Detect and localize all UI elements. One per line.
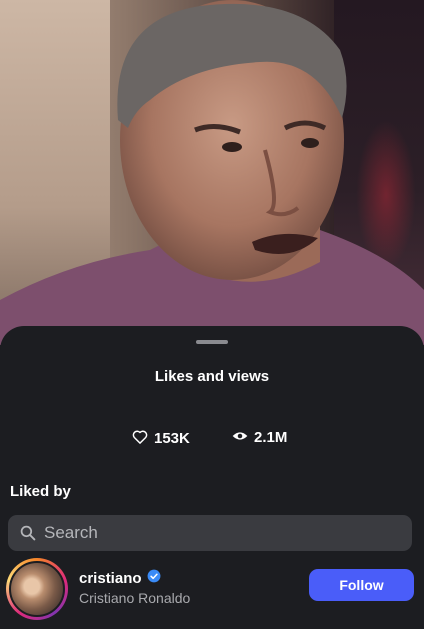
full-name: Cristiano Ronaldo (79, 590, 191, 606)
search-icon (20, 525, 36, 541)
sheet-title: Likes and views (154, 368, 270, 385)
sheet-grabber[interactable] (196, 340, 228, 344)
username[interactable]: cristiano (79, 570, 142, 587)
follow-button[interactable]: Follow (309, 569, 414, 601)
search-bar[interactable] (8, 515, 412, 551)
list-item[interactable]: cristiano Cristiano Ronaldo Follow (0, 557, 424, 620)
liked-by-heading: Liked by (10, 483, 71, 500)
verified-badge-icon (147, 569, 161, 588)
search-input[interactable] (44, 523, 384, 543)
views-count: 2.1M (254, 429, 288, 446)
video-frame (0, 0, 424, 345)
likes-views-sheet: Likes and views 153K 2.1M Liked by crist… (0, 326, 424, 629)
speaker-figure (0, 0, 424, 345)
avatar[interactable] (9, 561, 65, 617)
views-stat: 2.1M (232, 429, 287, 446)
likes-stat: 153K (132, 429, 190, 448)
eye-icon (232, 429, 248, 446)
heart-icon (132, 429, 148, 448)
avatar-story-ring[interactable] (6, 558, 68, 620)
likes-count: 153K (154, 430, 190, 447)
